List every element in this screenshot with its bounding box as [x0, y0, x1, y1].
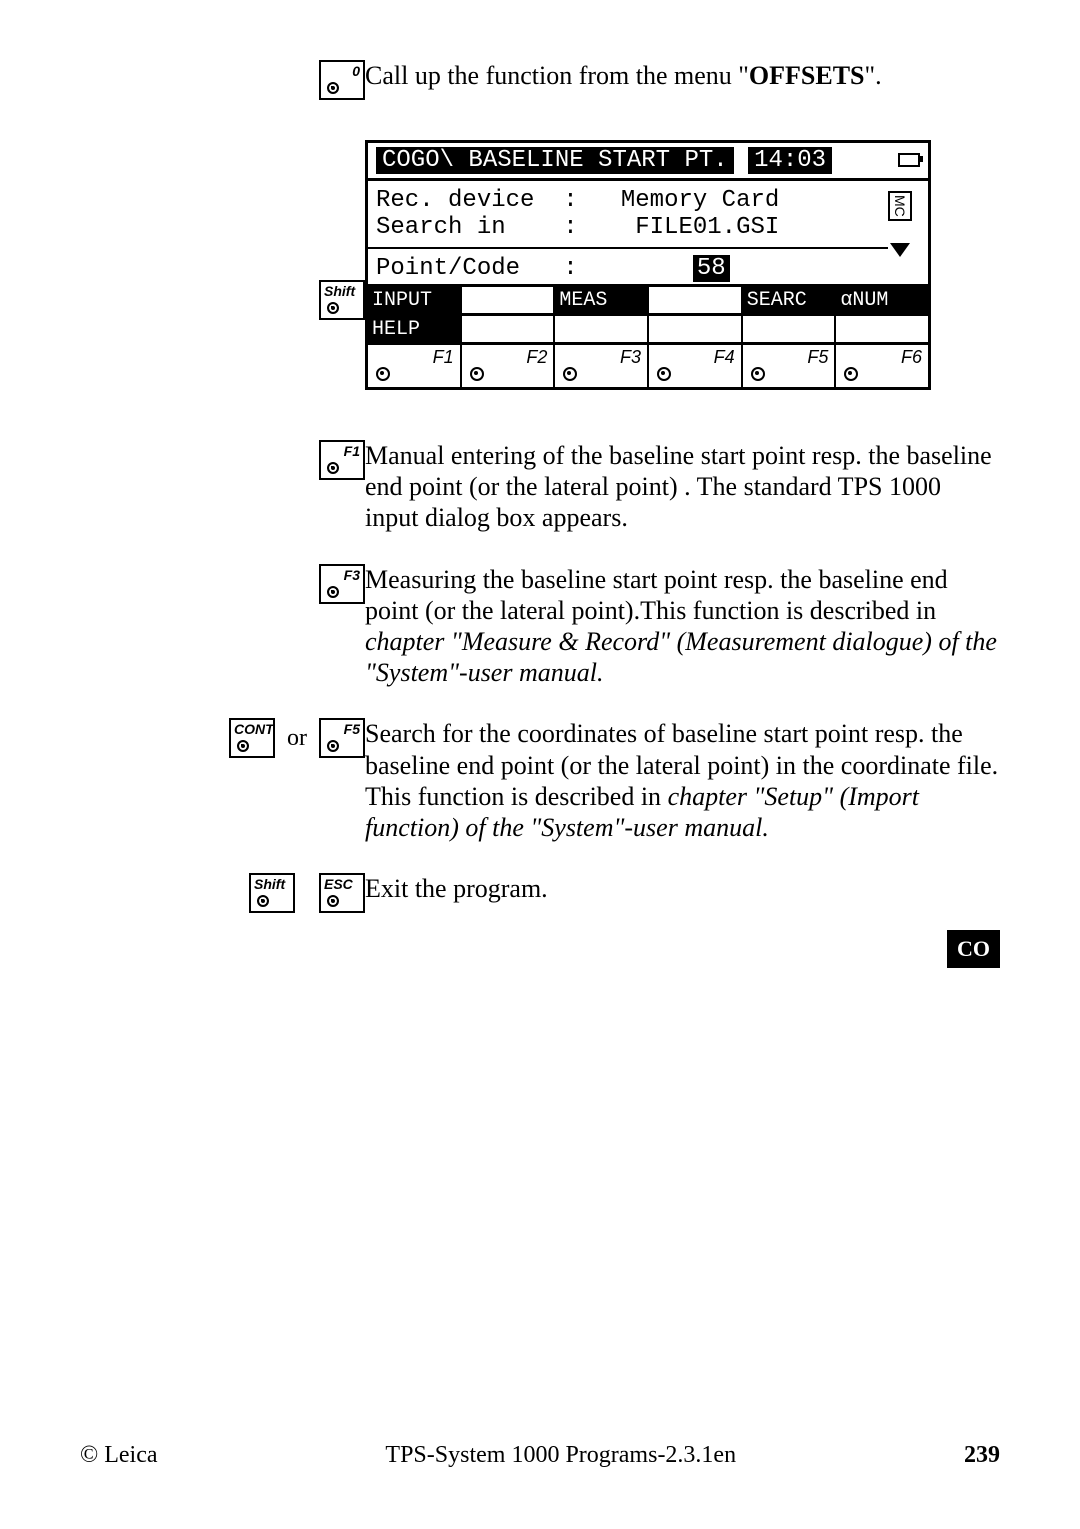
field-value: Memory Card: [621, 187, 779, 214]
softkey-blank: [649, 287, 743, 313]
key-dot-icon: [376, 367, 390, 381]
key-dot-icon: [327, 462, 339, 474]
fn-label: F5: [807, 347, 828, 367]
fn-key[interactable]: F1: [368, 345, 462, 387]
desc-text: Search for the coordinates of baseline s…: [365, 718, 1000, 843]
intro-pre: Call up the function from the menu ": [365, 61, 749, 90]
fn-label: F3: [620, 347, 641, 367]
fn-key[interactable]: F3: [555, 345, 649, 387]
softkey-blank: [462, 287, 556, 313]
key-label: CONT: [234, 721, 274, 737]
key-shift[interactable]: Shift: [249, 873, 295, 913]
screen-area: Shift COGO\ BASELINE START PT. 14:03 Rec…: [175, 140, 1000, 390]
fn-key[interactable]: F2: [462, 345, 556, 387]
softkey-blank: [743, 316, 837, 342]
softkey-blank: [555, 316, 649, 342]
key-dot-icon: [327, 586, 339, 598]
screen-title: COGO\ BASELINE START PT.: [376, 147, 734, 174]
desc-text: Manual entering of the baseline start po…: [365, 440, 1000, 534]
page-number: 239: [964, 1442, 1000, 1469]
footer-left: © Leica: [80, 1442, 158, 1469]
or-text: or: [287, 725, 307, 752]
fn-label: F4: [714, 347, 735, 367]
key-dot-icon: [327, 302, 339, 314]
key-f5[interactable]: F5: [319, 718, 365, 758]
softkey-blank: [836, 316, 928, 342]
key-label: F3: [344, 567, 360, 583]
screen-header: COGO\ BASELINE START PT. 14:03: [368, 143, 928, 181]
fn-label: F6: [901, 347, 922, 367]
fn-key-row: F1 F2 F3 F4 F5 F6: [368, 342, 928, 387]
fn-key[interactable]: F4: [649, 345, 743, 387]
key-label: F5: [344, 721, 360, 737]
desc-row-f3: F3 Measuring the baseline start point re…: [175, 564, 1000, 689]
intro-bold: OFFSETS: [749, 61, 865, 90]
battery-icon: [898, 153, 920, 167]
field-label: Rec. device :: [376, 187, 578, 214]
desc-row-cont-f5: CONT or F5 Search for the coordinates of…: [175, 718, 1000, 843]
key-dot-icon: [470, 367, 484, 381]
key-dot-icon: [327, 82, 339, 94]
body-text: Manual entering of the baseline start po…: [365, 441, 992, 532]
footer-center: TPS-System 1000 Programs-2.3.1en: [385, 1442, 736, 1469]
screen-line: Search in : FILE01.GSI: [376, 214, 880, 241]
softkey-searc[interactable]: SEARC: [743, 287, 837, 313]
key-f3[interactable]: F3: [319, 564, 365, 604]
intro-post: ".: [865, 61, 882, 90]
page-footer: © Leica TPS-System 1000 Programs-2.3.1en…: [80, 1442, 1000, 1469]
key-dot-icon: [327, 740, 339, 752]
key-label: ESC: [324, 876, 353, 892]
screen-line: Rec. device : Memory Card: [376, 187, 880, 214]
key-dot-icon: [327, 895, 339, 907]
key-label: 0: [352, 63, 360, 79]
mc-icon: MC: [888, 191, 912, 221]
softkey-row-1: INPUT MEAS SEARC αNUM: [368, 284, 928, 313]
softkey-input[interactable]: INPUT: [368, 287, 462, 313]
body-text: Exit the program.: [365, 874, 548, 903]
intro-row: 0 Call up the function from the menu "OF…: [175, 60, 1000, 100]
key-dot-icon: [237, 740, 249, 752]
softkey-blank: [462, 316, 556, 342]
key-esc[interactable]: ESC: [319, 873, 365, 913]
desc-text: Measuring the baseline start point resp.…: [365, 564, 1000, 689]
softkey-blank: [649, 316, 743, 342]
screen-time: 14:03: [748, 147, 832, 174]
field-value: FILE01.GSI: [635, 214, 779, 241]
key-dot-icon: [257, 895, 269, 907]
field-value-selected[interactable]: 58: [693, 255, 730, 282]
key-dot-icon: [844, 367, 858, 381]
desc-text: Exit the program.: [365, 873, 1000, 904]
fn-key[interactable]: F5: [743, 345, 837, 387]
key-dot-icon: [751, 367, 765, 381]
device-screen: COGO\ BASELINE START PT. 14:03 Rec. devi…: [365, 140, 931, 390]
softkey-help[interactable]: HELP: [368, 316, 462, 342]
body-italic: chapter "Measure & Record" (Measurement …: [365, 627, 997, 687]
softkey-meas[interactable]: MEAS: [555, 287, 649, 313]
desc-row-exit: Shift ESC Exit the program.: [175, 873, 1000, 913]
key-0[interactable]: 0: [319, 60, 365, 100]
key-cont[interactable]: CONT: [229, 718, 275, 758]
softkey-anum[interactable]: αNUM: [836, 287, 928, 313]
intro-text: Call up the function from the menu "OFFS…: [365, 60, 1000, 91]
key-dot-icon: [563, 367, 577, 381]
field-label: Search in :: [376, 214, 578, 241]
field-label: Point/Code :: [376, 255, 578, 282]
shift-key[interactable]: Shift: [319, 280, 365, 320]
key-label: Shift: [254, 876, 285, 892]
fn-label: F2: [526, 347, 547, 367]
key-dot-icon: [657, 367, 671, 381]
key-f1[interactable]: F1: [319, 440, 365, 480]
fn-key[interactable]: F6: [836, 345, 928, 387]
softkey-row-2: HELP: [368, 313, 928, 342]
dropdown-icon[interactable]: [890, 243, 910, 257]
key-label: F1: [344, 443, 360, 459]
body-text: Measuring the baseline start point resp.…: [365, 565, 948, 625]
desc-row-f1: F1 Manual entering of the baseline start…: [175, 440, 1000, 534]
section-tab: CO: [947, 930, 1000, 968]
key-label: Shift: [324, 283, 355, 299]
fn-label: F1: [433, 347, 454, 367]
screen-line: Point/Code : 58: [376, 255, 880, 282]
